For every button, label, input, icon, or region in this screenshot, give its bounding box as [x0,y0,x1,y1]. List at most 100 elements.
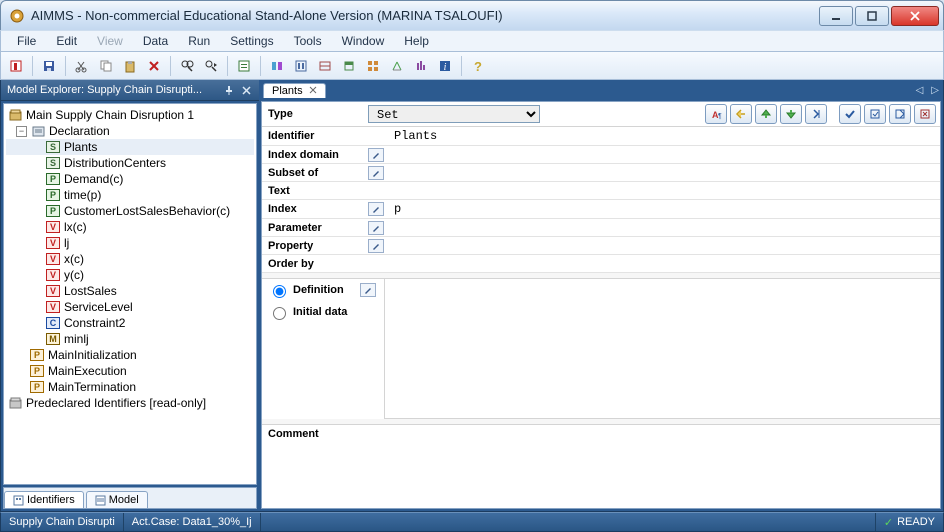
nav-last-button[interactable] [805,104,827,124]
menu-run[interactable]: Run [178,32,220,50]
edit-definition-button[interactable] [360,283,376,297]
check-button[interactable] [839,104,861,124]
tree-item[interactable]: PCustomerLostSalesBehavior(c) [6,203,254,219]
edit-index-domain-button[interactable] [368,148,384,162]
tree-predeclared[interactable]: Predeclared Identifiers [read-only] [6,395,254,411]
tree-item[interactable]: Vlj [6,235,254,251]
menu-view[interactable]: View [87,32,133,50]
module-icon [8,109,22,121]
toolbar-btn-1[interactable] [5,55,27,77]
pin-icon[interactable] [222,83,236,97]
property-value[interactable] [390,245,940,247]
identifier-type-icon: C [46,317,60,329]
tree-item[interactable]: SPlants [6,139,254,155]
toolbar-btn-a[interactable] [233,55,255,77]
status-case: Act.Case: Data1_30%_Ij [124,513,261,531]
toolbar-btn-b1[interactable] [266,55,288,77]
tree-procedure[interactable]: PMainTermination [6,379,254,395]
tab-model[interactable]: Model [86,491,148,508]
edit-parameter-button[interactable] [368,221,384,235]
delete-icon[interactable] [143,55,165,77]
tree-procedure[interactable]: PMainExecution [6,363,254,379]
panel-close-icon[interactable] [239,83,253,97]
text-value[interactable] [390,190,940,192]
tab-close-icon[interactable] [309,85,317,97]
section-icon [31,125,45,137]
menu-edit[interactable]: Edit [46,32,87,50]
tree-item[interactable]: Vlx(c) [6,219,254,235]
definition-radio[interactable] [273,285,286,298]
toolbar-btn-b6[interactable] [386,55,408,77]
minimize-button[interactable] [819,6,853,26]
tree-item[interactable]: Mminlj [6,331,254,347]
edit-index-button[interactable] [368,202,384,216]
menu-data[interactable]: Data [133,32,178,50]
copy-icon[interactable] [95,55,117,77]
tree-item[interactable]: SDistributionCenters [6,155,254,171]
save-icon[interactable] [38,55,60,77]
tree-root[interactable]: Main Supply Chain Disruption 1 [6,107,254,123]
tree-item[interactable]: Vy(c) [6,267,254,283]
type-select[interactable]: Set [368,105,540,123]
identifier-type-icon: V [46,221,60,233]
action-button-3[interactable] [914,104,936,124]
tree-procedure[interactable]: PMainInitialization [6,347,254,363]
nav-down-button[interactable] [780,104,802,124]
toolbar-btn-b5[interactable] [362,55,384,77]
maximize-button[interactable] [855,6,889,26]
collapse-icon[interactable]: − [16,126,27,137]
tab-scroll-right-icon[interactable]: ▷ [927,85,943,96]
menu-tools[interactable]: Tools [284,32,332,50]
action-button-1[interactable] [864,104,886,124]
tree-item-label: time(p) [64,188,101,202]
identifier-type-icon: V [46,237,60,249]
toolbar-btn-b7[interactable] [410,55,432,77]
definition-textarea[interactable] [384,279,940,419]
edit-property-button[interactable] [368,239,384,253]
tree-declaration-label: Declaration [49,124,110,138]
edit-subset-button[interactable] [368,166,384,180]
initial-data-radio[interactable] [273,307,286,320]
menu-file[interactable]: File [7,32,46,50]
close-button[interactable] [891,6,939,26]
tree-declaration[interactable]: − Declaration [6,123,254,139]
identifier-value[interactable]: Plants [390,128,940,144]
menu-window[interactable]: Window [332,32,395,50]
tree-item[interactable]: PDemand(c) [6,171,254,187]
menu-bar: File Edit View Data Run Settings Tools W… [0,30,944,52]
order-by-value[interactable] [390,263,940,265]
tree-item[interactable]: VServiceLevel [6,299,254,315]
toolbar-btn-b2[interactable] [290,55,312,77]
parameter-value[interactable] [390,227,940,229]
index-domain-value[interactable] [390,154,940,156]
tab-identifiers[interactable]: Identifiers [4,491,84,508]
tree-item-label: lj [64,236,69,250]
help-icon[interactable]: ? [467,55,489,77]
nav-up-button[interactable] [755,104,777,124]
wizard-button[interactable]: A¶ [705,104,727,124]
info-icon[interactable]: i [434,55,456,77]
action-button-2[interactable] [889,104,911,124]
menu-settings[interactable]: Settings [220,32,283,50]
toolbar-btn-b3[interactable] [314,55,336,77]
model-tree[interactable]: Main Supply Chain Disruption 1 − Declara… [4,104,256,414]
comment-textarea[interactable] [368,425,940,451]
find-next-icon[interactable] [200,55,222,77]
document-tab-plants[interactable]: Plants [263,83,326,98]
find-icon[interactable] [176,55,198,77]
tree-item[interactable]: CConstraint2 [6,315,254,331]
subset-value[interactable] [390,172,940,174]
tree-item-label: DistributionCenters [64,156,166,170]
tree-item[interactable]: Ptime(p) [6,187,254,203]
tree-item[interactable]: Vx(c) [6,251,254,267]
index-value[interactable]: p [390,201,940,217]
cut-icon[interactable] [71,55,93,77]
tree-item-label: MainInitialization [48,348,137,362]
toolbar-btn-b4[interactable] [338,55,360,77]
nav-first-button[interactable] [730,104,752,124]
tree-item[interactable]: VLostSales [6,283,254,299]
tab-scroll-left-icon[interactable]: ◁ [912,85,928,96]
tree-item-label: minlj [64,332,89,346]
menu-help[interactable]: Help [394,32,439,50]
paste-icon[interactable] [119,55,141,77]
